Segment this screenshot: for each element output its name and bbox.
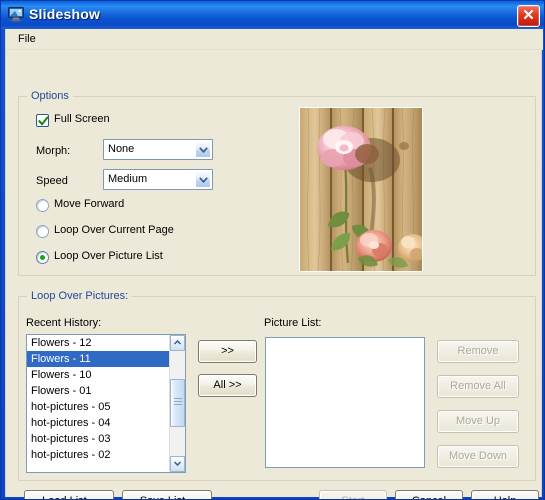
move-up-button[interactable]: Move Up [437,410,519,433]
close-icon[interactable] [517,5,540,27]
picture-list-label: Picture List: [264,317,322,329]
chevron-down-icon[interactable] [195,171,211,188]
radio-loop-picture-list-label: Loop Over Picture List [54,250,163,262]
list-item[interactable]: hot-pictures - 03 [27,431,171,447]
list-item[interactable]: Flowers - 11 [27,351,171,367]
morph-select[interactable]: None [103,139,213,160]
load-list-button[interactable]: Load List... [24,490,114,499]
grip-icon [174,398,182,408]
radio-circle-icon [36,199,49,212]
help-button[interactable]: Help [471,490,539,499]
move-down-button[interactable]: Move Down [437,445,519,468]
menu-item-file[interactable]: File [12,32,42,47]
list-item[interactable]: hot-pictures - 04 [27,415,171,431]
remove-all-button[interactable]: Remove All [437,375,519,398]
scroll-down-icon[interactable] [170,456,185,472]
list-item[interactable]: hot-pictures - 05 [27,399,171,415]
menu-bar: File [6,29,543,50]
save-list-button[interactable]: Save List... [122,490,212,499]
radio-circle-icon [36,225,49,238]
radio-loop-current-page-label: Loop Over Current Page [54,224,174,236]
recent-history-scrollbar[interactable] [169,335,185,472]
transfer-all-button[interactable]: All >> [198,374,257,397]
scroll-up-icon[interactable] [170,335,185,351]
morph-label: Morph: [36,145,71,157]
loop-group-legend: Loop Over Pictures: [27,290,133,302]
recent-history-listbox[interactable]: Flowers - 12 Flowers - 11 Flowers - 10 F… [26,334,186,473]
radio-move-forward-label: Move Forward [54,198,125,210]
monitor-slideshow-icon [8,7,24,22]
remove-button[interactable]: Remove [437,340,519,363]
list-item[interactable]: hot-pictures - 02 [27,447,171,463]
speed-label: Speed [36,175,68,187]
recent-history-label: Recent History: [26,317,102,329]
transfer-selected-button[interactable]: >> [198,340,257,363]
picture-list-listbox[interactable] [265,337,425,468]
dialog-client-area: File Options Full Screen Morph: None Spe… [5,29,543,499]
preview-image [299,107,423,272]
full-screen-label: Full Screen [54,113,110,125]
scroll-thumb[interactable] [170,379,185,427]
options-group-legend: Options [27,90,73,102]
cancel-button[interactable]: Cancel [395,490,463,499]
speed-select[interactable]: Medium [103,169,213,190]
title-bar[interactable]: Slideshow [1,1,544,29]
list-item[interactable]: Flowers - 12 [27,335,171,351]
start-button[interactable]: Start [319,490,387,499]
checkmark-icon [36,114,49,127]
window-title: Slideshow [29,6,101,22]
morph-value: None [108,143,135,155]
slideshow-dialog-window: Slideshow File Options Full Screen Morph… [0,0,545,500]
radio-circle-selected-icon [36,251,49,264]
list-item[interactable]: Flowers - 10 [27,367,171,383]
list-item[interactable]: Flowers - 01 [27,383,171,399]
speed-value: Medium [108,173,148,185]
chevron-down-icon[interactable] [195,141,211,158]
